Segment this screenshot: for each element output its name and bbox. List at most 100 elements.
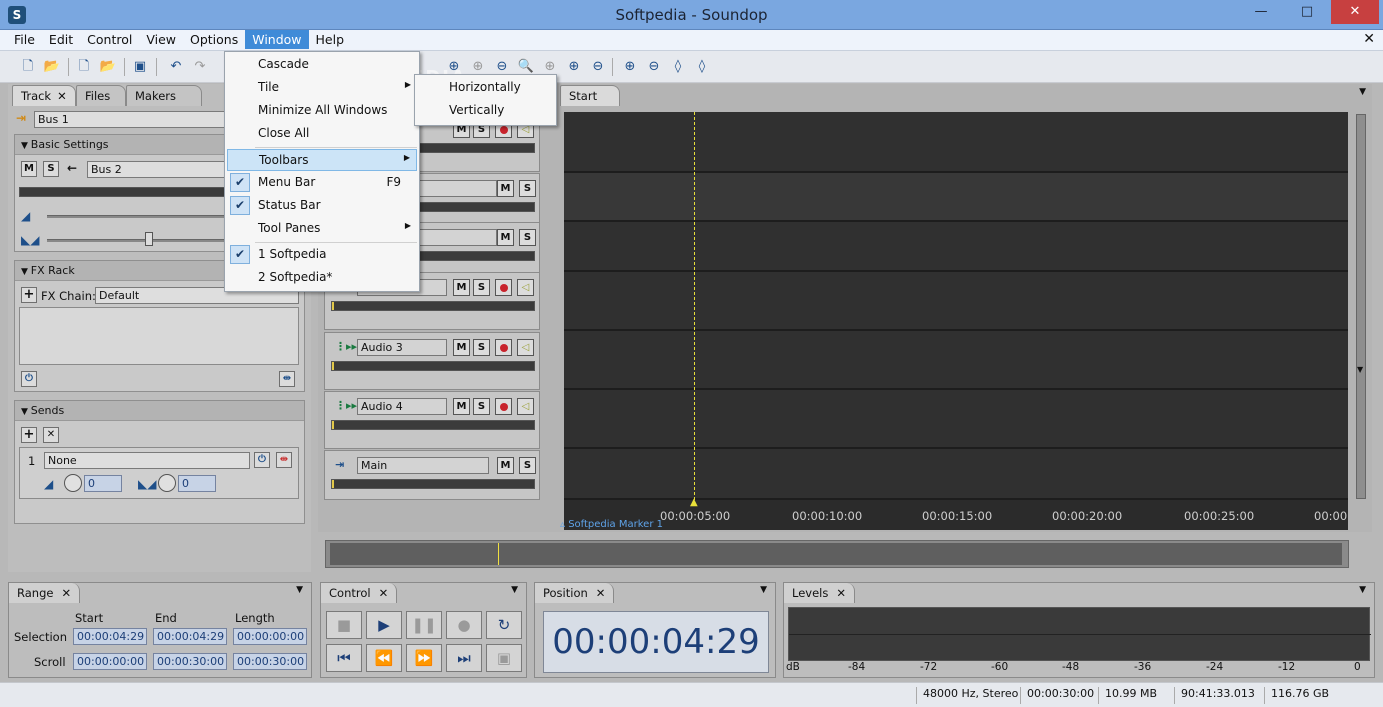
- solo-button[interactable]: S: [473, 279, 490, 296]
- menu-item-tool-panes[interactable]: Tool Panes ▶: [227, 218, 417, 240]
- monitor-button[interactable]: ◁: [517, 398, 534, 415]
- open-project-icon[interactable]: 📂: [98, 57, 118, 77]
- chevron-down-icon[interactable]: ▼: [760, 585, 767, 595]
- solo-button[interactable]: S: [43, 161, 59, 177]
- chevron-down-icon[interactable]: ▼: [1359, 585, 1366, 595]
- menu-window[interactable]: Window: [245, 30, 309, 49]
- close-icon[interactable]: ✕: [57, 89, 67, 103]
- mute-button[interactable]: M: [21, 161, 37, 177]
- solo-button[interactable]: S: [519, 229, 536, 246]
- menu-item-cascade[interactable]: Cascade: [227, 54, 417, 76]
- send-target-select[interactable]: None: [44, 452, 250, 469]
- fast-forward-button[interactable]: ⏩: [406, 644, 442, 672]
- menu-item-window-1[interactable]: ✔ 1 Softpedia: [227, 244, 417, 266]
- record-arm-button[interactable]: [495, 398, 512, 415]
- menu-help[interactable]: Help: [309, 30, 352, 49]
- new-project-icon[interactable]: 🗋: [74, 57, 94, 77]
- tab-range[interactable]: Range ✕: [9, 583, 81, 603]
- cursor-marker-icon[interactable]: ▲: [690, 497, 698, 508]
- track-row[interactable]: ⇥ Main M S: [324, 450, 540, 500]
- go-to-end-button[interactable]: ⏭: [446, 644, 482, 672]
- stop-button[interactable]: ■: [326, 611, 362, 639]
- solo-button[interactable]: S: [519, 457, 536, 474]
- tab-files[interactable]: Files: [76, 85, 126, 106]
- playback-cursor[interactable]: [694, 112, 695, 500]
- send-volume-knob[interactable]: [64, 474, 82, 492]
- chevron-down-icon[interactable]: ▼: [511, 585, 518, 595]
- timeline-canvas[interactable]: [564, 112, 1348, 500]
- vertical-scrollbar[interactable]: ▼: [1356, 114, 1366, 499]
- power-icon[interactable]: ⏻: [21, 371, 37, 387]
- zoom-out-vertical-icon[interactable]: ⊖: [644, 57, 664, 77]
- scroll-start-field[interactable]: 00:00:00:00: [73, 653, 147, 670]
- marker-label[interactable]: ▵ Softpedia Marker 1: [560, 519, 663, 530]
- menu-item-menu-bar[interactable]: ✔ Menu Bar F9: [227, 172, 417, 194]
- solo-button[interactable]: S: [473, 339, 490, 356]
- tab-position[interactable]: Position ✕: [535, 583, 615, 603]
- tab-control[interactable]: Control ✕: [321, 583, 398, 603]
- tab-levels[interactable]: Levels ✕: [784, 583, 855, 603]
- scroll-thumb[interactable]: [330, 543, 1342, 565]
- record-button[interactable]: ●: [446, 611, 482, 639]
- menu-item-status-bar[interactable]: ✔ Status Bar: [227, 195, 417, 217]
- go-to-start-button[interactable]: ⏮: [326, 644, 362, 672]
- solo-button[interactable]: S: [473, 398, 490, 415]
- add-fx-button[interactable]: +: [21, 287, 37, 303]
- loop-button[interactable]: ↻: [486, 611, 522, 639]
- play-button[interactable]: ▶: [366, 611, 402, 639]
- selection-end-field[interactable]: 00:00:04:29: [153, 628, 227, 645]
- timeline-lane[interactable]: [564, 390, 1348, 449]
- send-route-icon[interactable]: ⇹: [276, 452, 292, 468]
- close-icon[interactable]: ✕: [61, 586, 71, 600]
- record-arm-button[interactable]: [495, 279, 512, 296]
- send-power-icon[interactable]: ⏻: [254, 452, 270, 468]
- track-row[interactable]: ⋮▸▸ Audio 3 M S ◁: [324, 332, 540, 390]
- menu-edit[interactable]: Edit: [42, 30, 80, 49]
- redo-icon[interactable]: ↷: [190, 57, 210, 77]
- monitor-button[interactable]: ◁: [517, 279, 534, 296]
- zoom-in-horizontal-icon[interactable]: ⊕: [564, 57, 584, 77]
- mute-button[interactable]: M: [497, 229, 514, 246]
- rewind-button[interactable]: ⏪: [366, 644, 402, 672]
- minimize-button[interactable]: —: [1239, 0, 1283, 24]
- tab-start[interactable]: Start: [560, 85, 620, 106]
- menu-item-tile[interactable]: Tile ▶: [227, 77, 417, 99]
- close-icon[interactable]: ✕: [596, 586, 606, 600]
- zoom-in-vertical-icon[interactable]: ⊕: [620, 57, 640, 77]
- menu-item-close-all[interactable]: Close All: [227, 123, 417, 145]
- menu-control[interactable]: Control: [80, 30, 139, 49]
- track-name[interactable]: Audio 3: [357, 339, 447, 356]
- chevron-down-icon[interactable]: ▼: [296, 585, 303, 595]
- menu-item-minimize-all[interactable]: Minimize All Windows: [227, 100, 417, 122]
- close-document-icon[interactable]: ✕: [1363, 31, 1375, 47]
- track-row[interactable]: ⋮▸▸ Audio 4 M S ◁: [324, 391, 540, 449]
- close-icon[interactable]: ✕: [836, 586, 846, 600]
- tab-track[interactable]: Track ✕: [12, 85, 76, 106]
- track-name[interactable]: [409, 180, 497, 197]
- sends-header[interactable]: Sends: [15, 401, 304, 421]
- zoom-track-out-icon[interactable]: ◊: [692, 57, 712, 77]
- open-folder-icon[interactable]: 📂: [42, 57, 62, 77]
- timeline-lane[interactable]: [564, 173, 1348, 222]
- selection-start-field[interactable]: 00:00:04:29: [73, 628, 147, 645]
- fx-settings-icon[interactable]: ⇹: [279, 371, 295, 387]
- remove-send-button[interactable]: ✕: [43, 427, 59, 443]
- track-name[interactable]: Main: [357, 457, 489, 474]
- pan-slider-knob[interactable]: [145, 232, 153, 246]
- horizontal-scrollbar[interactable]: [325, 540, 1349, 568]
- chevron-down-icon[interactable]: ▼: [1359, 87, 1366, 97]
- record-arm-button[interactable]: [495, 339, 512, 356]
- scroll-length-field[interactable]: 00:00:30:00: [233, 653, 307, 670]
- menu-item-vertically[interactable]: Vertically: [417, 100, 554, 122]
- close-window-button[interactable]: ✕: [1331, 0, 1379, 24]
- zoom-track-in-icon[interactable]: ◊: [668, 57, 688, 77]
- monitor-button[interactable]: ◁: [517, 339, 534, 356]
- menu-item-horizontally[interactable]: Horizontally: [417, 77, 554, 99]
- time-ruler[interactable]: ▲ 00:00:05:00 00:00:10:00 00:00:15:00 00…: [564, 497, 1348, 530]
- menu-options[interactable]: Options: [183, 30, 245, 49]
- timeline-lane[interactable]: [564, 272, 1348, 331]
- track-name[interactable]: Audio 4: [357, 398, 447, 415]
- mute-button[interactable]: M: [497, 457, 514, 474]
- track-name[interactable]: [409, 229, 497, 246]
- scroll-down-icon[interactable]: ▼: [1357, 365, 1363, 374]
